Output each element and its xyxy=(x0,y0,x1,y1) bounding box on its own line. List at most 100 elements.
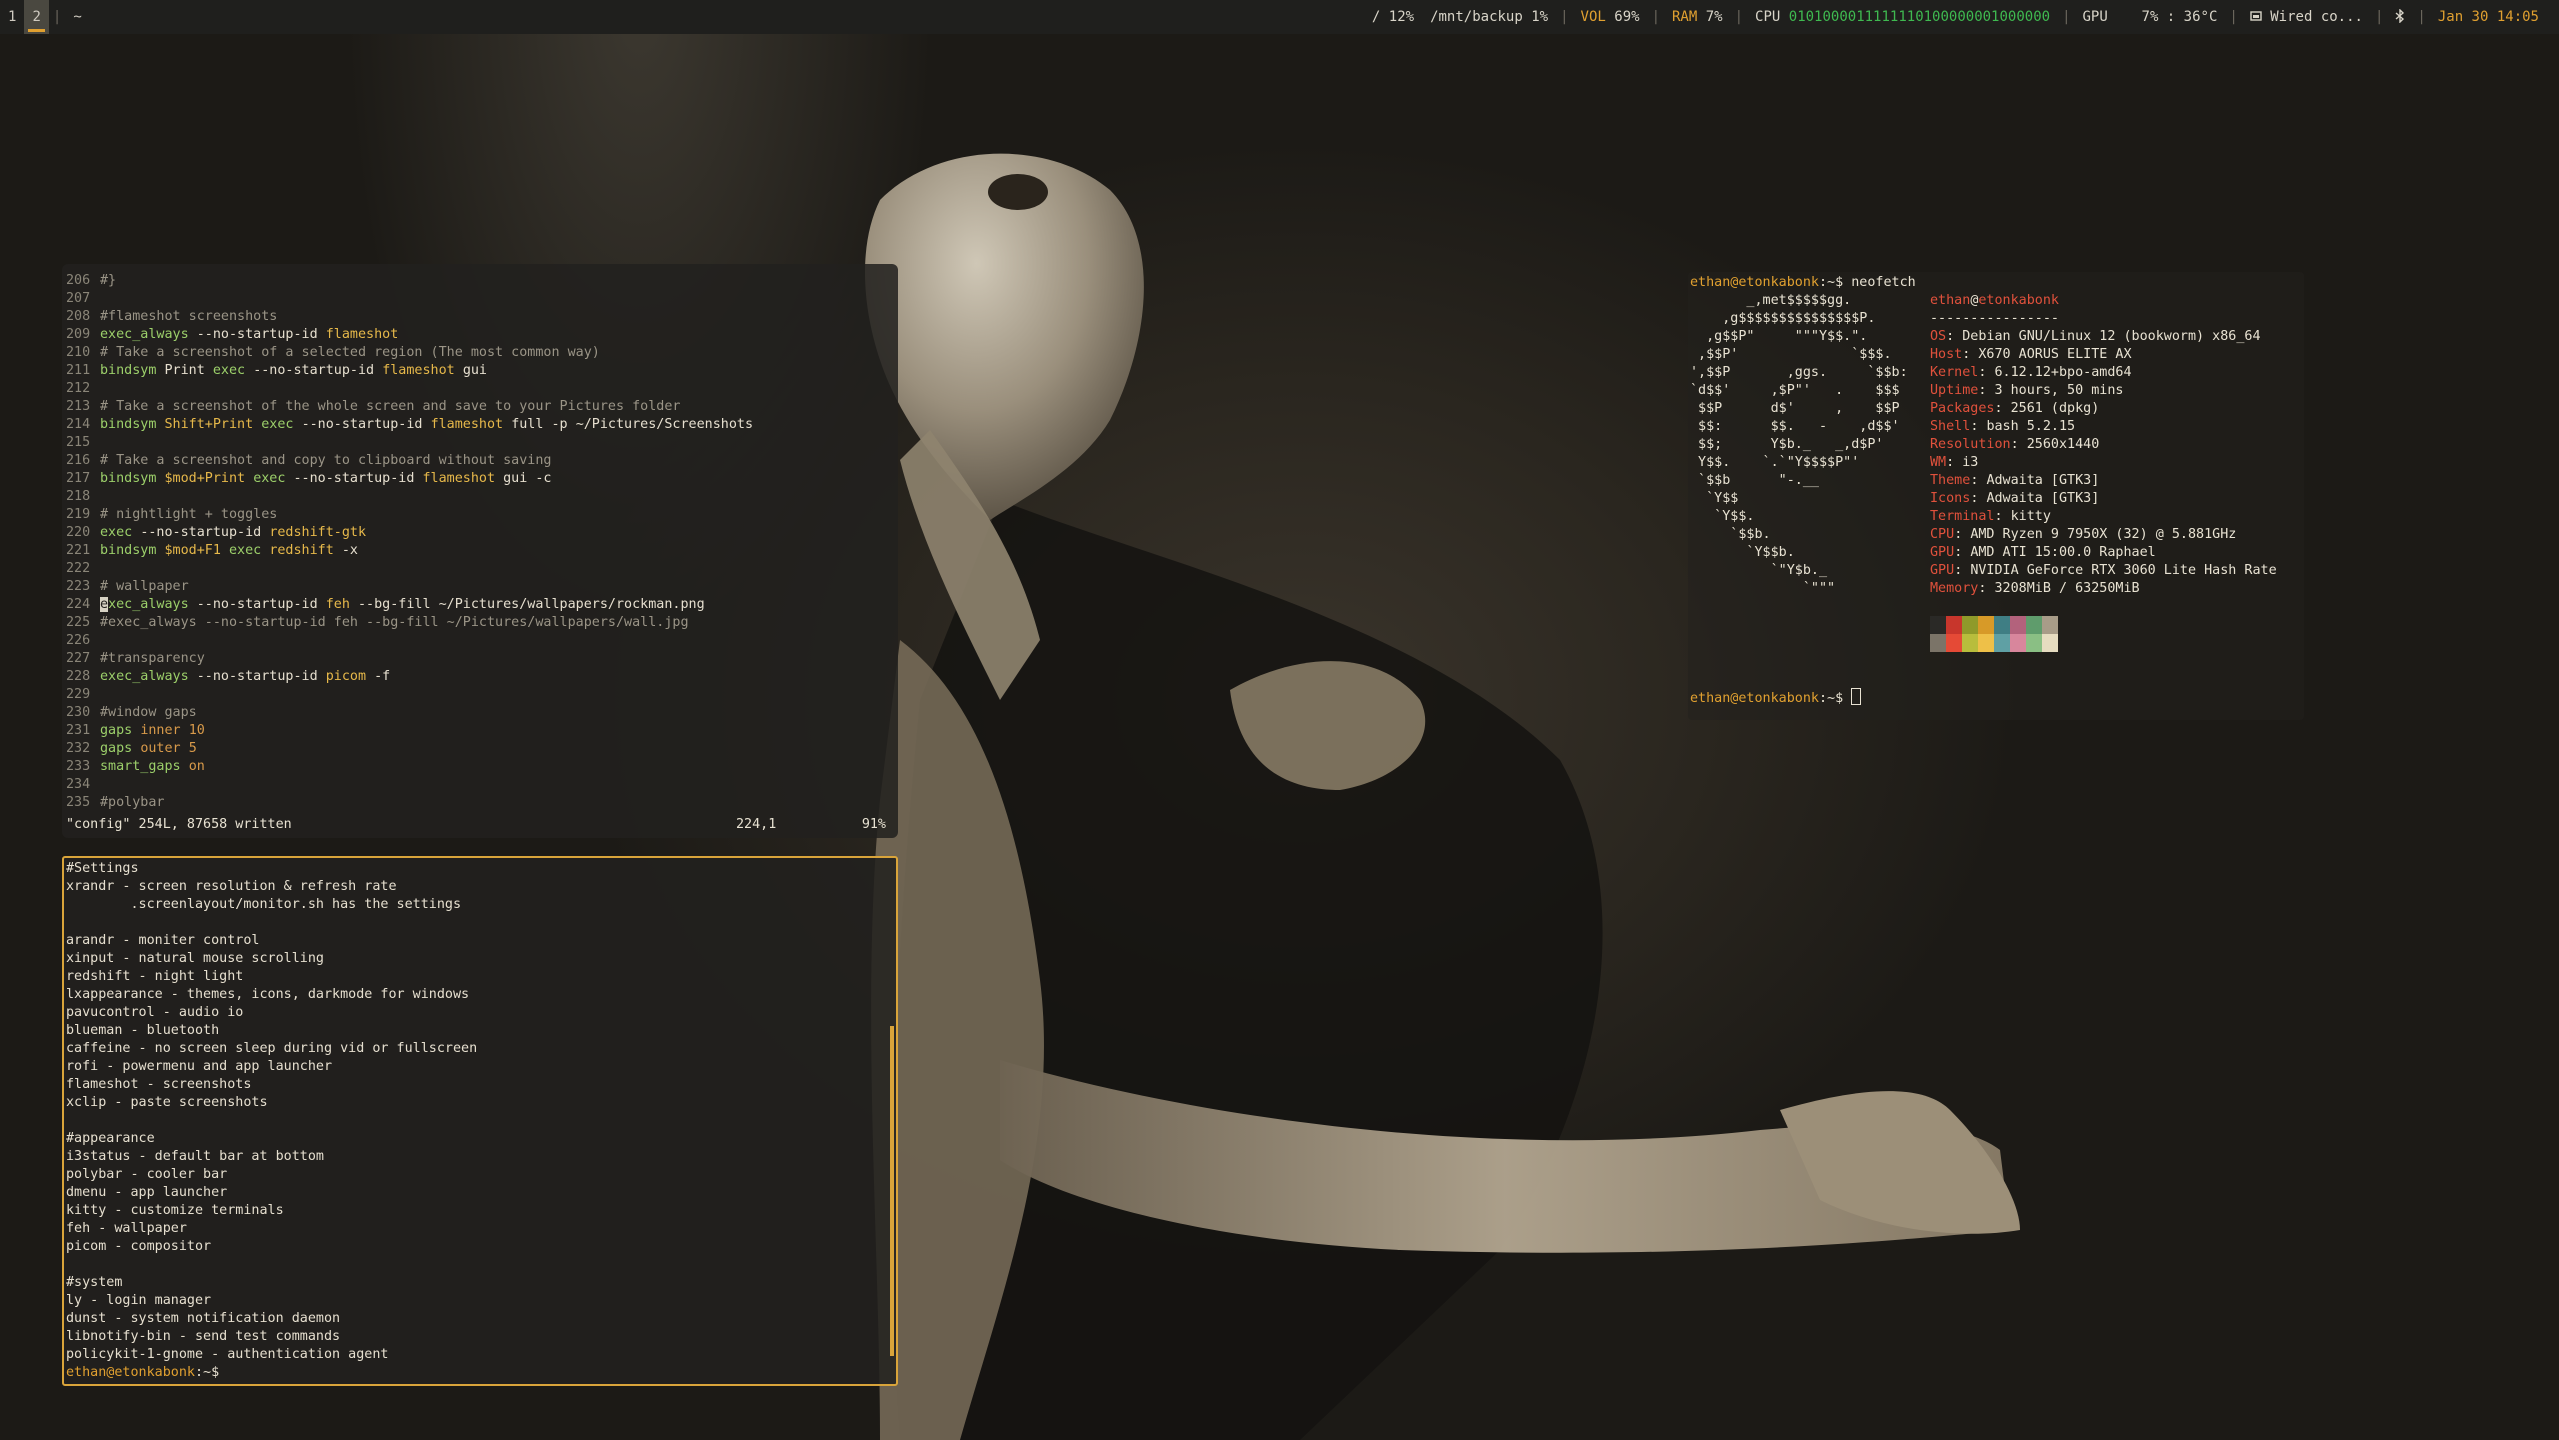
code-line: 226 xyxy=(66,632,890,650)
info-colon: : xyxy=(1946,455,1963,470)
info-label: WM xyxy=(1930,455,1947,470)
ascii-line: `"Y$b._ xyxy=(1690,563,1828,578)
line-content: bindsym Shift+Print exec --no-startup-id… xyxy=(100,417,754,432)
line-number: 228 xyxy=(66,669,91,684)
shell-prompt[interactable]: ethan@etonkabonk:~$ xyxy=(66,1364,882,1382)
info-value: 2560x1440 xyxy=(2026,437,2100,452)
network-module[interactable]: Wired co... xyxy=(2242,9,2371,25)
terminal-line: .screenlayout/monitor.sh has the setting… xyxy=(66,897,462,912)
ascii-line: `Y$$b. xyxy=(1690,545,1795,560)
info-value: AMD Ryzen 9 7950X (32) @ 5.881GHz xyxy=(1970,527,2237,542)
info-row: Shell: bash 5.2.15 xyxy=(1930,418,2304,436)
code-line: 209 exec_always --no-startup-id flameshot xyxy=(66,326,890,344)
shell-prompt[interactable]: ethan@etonkabonk:~$ xyxy=(1690,688,1862,708)
notes-terminal-window[interactable]: #Settings xrandr - screen resolution & re… xyxy=(62,856,898,1386)
palette-row-normal xyxy=(1930,616,2058,634)
ascii-line: ',$$P ,ggs. `$$b: xyxy=(1690,365,1908,380)
line-number: 219 xyxy=(66,507,91,522)
code-line: 216 # Take a screenshot and copy to clipb… xyxy=(66,452,890,470)
separator: | xyxy=(2417,9,2426,25)
prompt-suffix: :~$ xyxy=(195,1365,220,1380)
line-content: bindsym $mod+Print exec --no-startup-id … xyxy=(100,471,552,486)
vim-editor-window[interactable]: 206 #} 207 208 #flameshot screenshots 209 exec… xyxy=(62,264,898,838)
terminal-line: i3status - default bar at bottom xyxy=(66,1149,324,1164)
terminal-scrollbar[interactable] xyxy=(890,1026,894,1356)
ascii-line: `$$b. xyxy=(1690,527,1771,542)
line-content: #window gaps xyxy=(100,705,197,720)
terminal-line: caffeine - no screen sleep during vid or… xyxy=(66,1041,478,1056)
line-content: # wallpaper xyxy=(100,579,189,594)
neofetch-terminal-window[interactable]: ethan@etonkabonk:~$ neofetch _,met$$$$$g… xyxy=(1688,272,2304,720)
ascii-line: $$; Y$b._ _,d$P' xyxy=(1690,437,1884,452)
line-number: 214 xyxy=(66,417,91,432)
workspace-1[interactable]: 1 xyxy=(0,0,24,34)
terminal-line: #appearance xyxy=(66,1131,155,1146)
terminal-line: flameshot - screenshots xyxy=(66,1077,252,1092)
line-content: smart_gaps on xyxy=(100,759,205,774)
info-colon: : xyxy=(1994,401,2011,416)
line-content: #transparency xyxy=(100,651,205,666)
info-row: GPU: NVIDIA GeForce RTX 3060 Lite Hash R… xyxy=(1930,562,2304,580)
color-palette xyxy=(1930,616,2058,652)
color-swatch xyxy=(1978,616,1994,634)
info-label: Uptime xyxy=(1930,383,1979,398)
hostname: etonkabonk xyxy=(1978,293,2059,308)
desktop: 1 2 | ~ / 12% /mnt/backup 1% | VOL 69% |… xyxy=(0,0,2559,1440)
vim-status-line: "config" 254L, 87658 written 224,1 91% xyxy=(66,816,886,834)
terminal-line: arandr - moniter control xyxy=(66,933,260,948)
ascii-line: `Y$$ xyxy=(1690,491,1739,506)
terminal-line: lxappearance - themes, icons, darkmode f… xyxy=(66,987,470,1002)
terminal-line: xclip - paste screenshots xyxy=(66,1095,268,1110)
line-content: # Take a screenshot and copy to clipboar… xyxy=(100,453,552,468)
info-label: OS xyxy=(1930,329,1947,344)
separator: | xyxy=(52,9,62,25)
debian-ascii-logo: _,met$$$$$gg. ,g$$$$$$$$$$$$$$$P. ,g$$P"… xyxy=(1690,292,1930,598)
line-content: #flameshot screenshots xyxy=(100,309,278,324)
cpu-module: CPU 0101000011111110100000001000000 xyxy=(1755,9,2051,25)
info-row: GPU: AMD ATI 15:00.0 Raphael xyxy=(1930,544,2304,562)
info-value: 2561 (dpkg) xyxy=(2010,401,2100,416)
info-value: kitty xyxy=(2010,509,2051,524)
neofetch-columns: _,met$$$$$gg. ,g$$$$$$$$$$$$$$$P. ,g$$P"… xyxy=(1690,292,2304,598)
line-content: # Take a screenshot of the whole screen … xyxy=(100,399,681,414)
ascii-line: $$P d$' , $$P xyxy=(1690,401,1900,416)
code-line: 213 # Take a screenshot of the whole scre… xyxy=(66,398,890,416)
line-content: exec --no-startup-id redshift-gtk xyxy=(100,525,367,540)
window-title: ~ xyxy=(73,9,82,25)
code-line: 233 smart_gaps on xyxy=(66,758,890,776)
info-label: GPU xyxy=(1930,545,1955,560)
line-content: gaps outer 5 xyxy=(100,741,197,756)
line-number: 220 xyxy=(66,525,91,540)
gpu-module: GPU 7% : 36°C xyxy=(2082,9,2218,25)
ascii-line: ,g$$$$$$$$$$$$$$$P. xyxy=(1690,311,1876,326)
line-content: bindsym Print exec --no-startup-id flame… xyxy=(100,363,487,378)
workspace-2[interactable]: 2 xyxy=(24,0,49,34)
code-line: 211 bindsym Print exec --no-startup-id fl… xyxy=(66,362,890,380)
line-number: 222 xyxy=(66,561,91,576)
datetime[interactable]: Jan 30 14:05 xyxy=(2430,9,2547,25)
info-value: 3208MiB / 63250MiB xyxy=(1994,581,2140,596)
code-line: 232 gaps outer 5 xyxy=(66,740,890,758)
terminal-line: #Settings xyxy=(66,861,139,876)
line-number: 221 xyxy=(66,543,91,558)
ascii-line: `d$$' ,$P"' . $$$ xyxy=(1690,383,1900,398)
code-line: 234 xyxy=(66,776,890,794)
info-row: Kernel: 6.12.12+bpo-amd64 xyxy=(1930,364,2304,382)
line-number: 208 xyxy=(66,309,91,324)
line-number: 211 xyxy=(66,363,91,378)
line-content: # Take a screenshot of a selected region… xyxy=(100,345,600,360)
info-row: Memory: 3208MiB / 63250MiB xyxy=(1930,580,2304,598)
color-swatch xyxy=(1994,634,2010,652)
line-content: gaps inner 10 xyxy=(100,723,205,738)
ascii-line: Y$$. `.`"Y$$$$P"' xyxy=(1690,455,1860,470)
line-content: exec_always --no-startup-id flameshot xyxy=(100,327,399,342)
bluetooth-module[interactable] xyxy=(2387,8,2413,25)
prompt-user: ethan@etonkabonk xyxy=(66,1365,195,1380)
vim-buffer[interactable]: 206 #} 207 208 #flameshot screenshots 209 exec… xyxy=(66,272,890,812)
line-number: 232 xyxy=(66,741,91,756)
volume-module[interactable]: VOL 69% xyxy=(1573,9,1648,25)
code-line: 219 # nightlight + toggles xyxy=(66,506,890,524)
info-colon: : xyxy=(1954,527,1971,542)
